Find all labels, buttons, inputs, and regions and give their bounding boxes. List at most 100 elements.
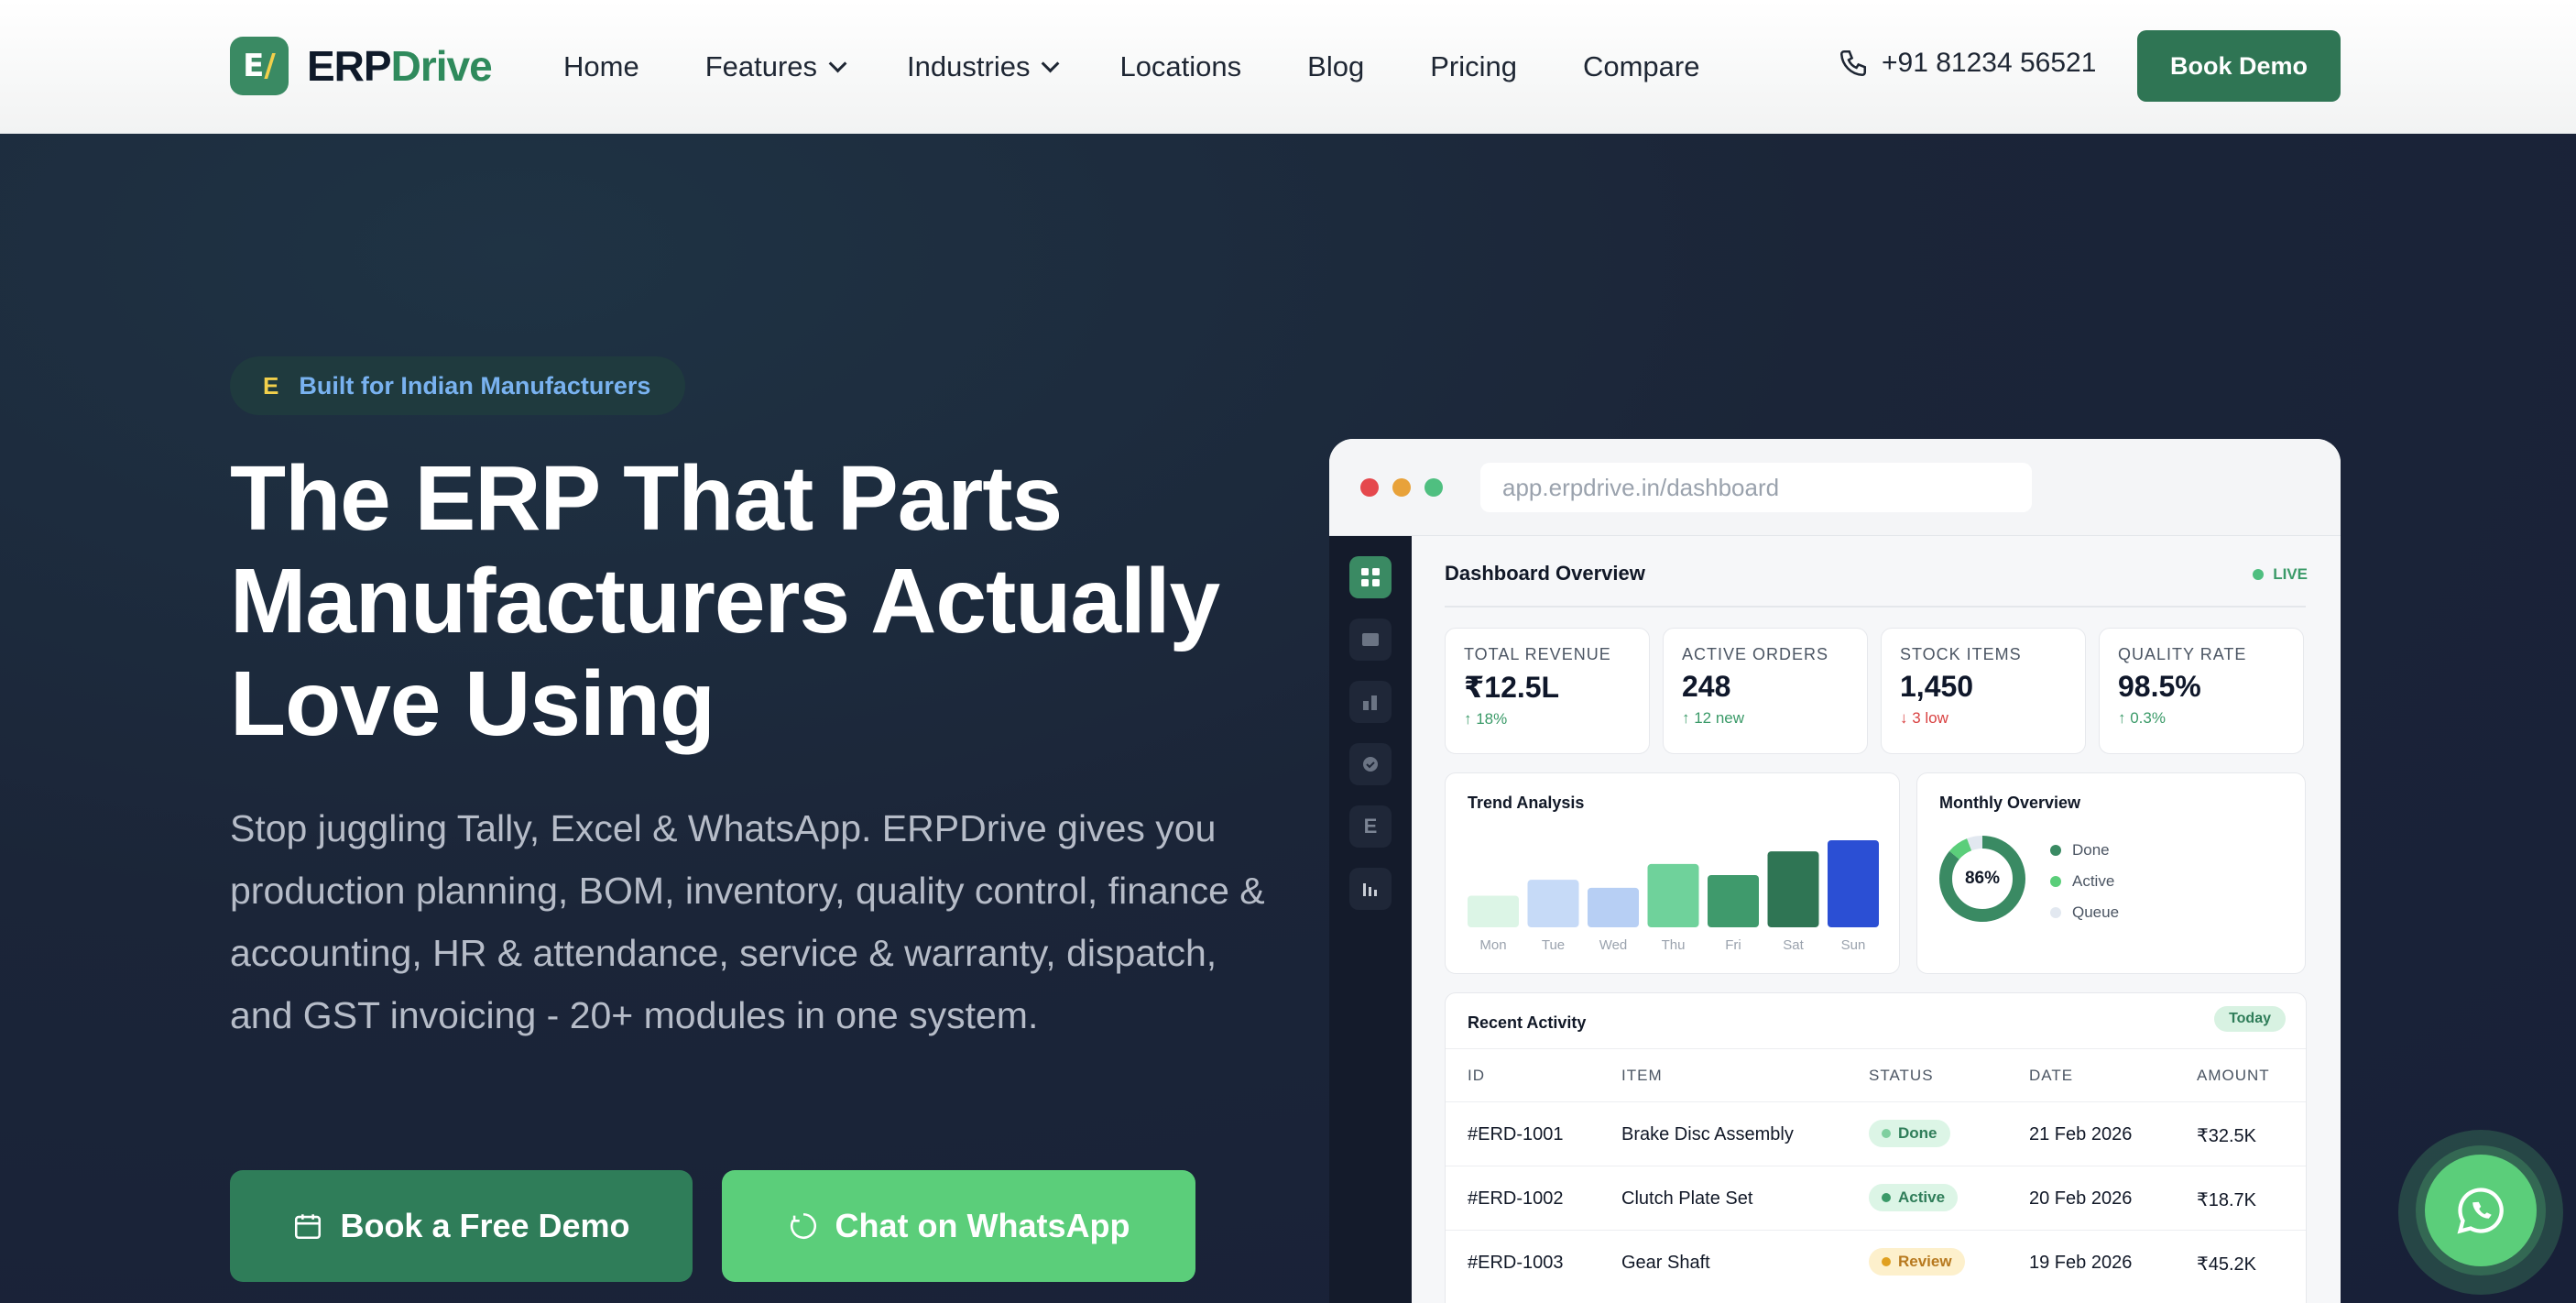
divider — [1446, 1048, 2306, 1049]
dashboard-title: Dashboard Overview — [1445, 562, 1645, 585]
trend-bar-mon[interactable] — [1468, 895, 1519, 927]
cell-amount: ₹18.7K — [2197, 1190, 2256, 1210]
phone-number: +91 81234 56521 — [1882, 48, 2097, 78]
address-bar[interactable]: app.erpdrive.in/dashboard — [1480, 463, 2032, 512]
dashboard-main: Dashboard Overview LIVE TOTAL REVENUE ₹1… — [1412, 536, 2341, 1303]
monthly-title: Monthly Overview — [1939, 794, 2081, 812]
recent-activity-panel: Recent Activity Today ID ITEM STATUS DAT… — [1445, 992, 2307, 1303]
nav-item-features[interactable]: Features — [705, 50, 847, 83]
monthly-panel: Monthly Overview 86% Done Active Queue — [1916, 772, 2306, 974]
legend-item-done: Done — [2050, 841, 2110, 860]
cell-item: Brake Disc Assembly — [1621, 1124, 1794, 1144]
phone-link[interactable]: +91 81234 56521 — [1838, 48, 2096, 79]
status-label: Review — [1898, 1253, 1952, 1270]
trend-bar-thu[interactable] — [1647, 863, 1699, 927]
sidebar-grid-icon[interactable] — [1349, 556, 1392, 598]
live-label: LIVE — [2273, 565, 2308, 583]
column-header-date[interactable]: DATE — [2029, 1067, 2073, 1085]
nav-item-industries[interactable]: Industries — [907, 50, 1060, 83]
cell-date: 19 Feb 2026 — [2029, 1253, 2133, 1273]
cell-id[interactable]: #ERD-1001 — [1468, 1124, 1564, 1145]
logo[interactable]: E / ERPDrive — [230, 37, 493, 95]
trend-bar-chart: Mon Tue Wed Thu Fri Sat Sun — [1468, 840, 1879, 953]
hero-title: The ERP That Parts Manufacturers Actuall… — [230, 447, 1329, 755]
cell-id[interactable]: #ERD-1003 — [1468, 1253, 1564, 1274]
sidebar-bars-icon[interactable] — [1349, 868, 1392, 910]
sidebar-chart-icon[interactable] — [1349, 681, 1392, 723]
kpi-card-orders: ACTIVE ORDERS 248 ↑ 12 new — [1663, 628, 1868, 754]
column-header-item[interactable]: ITEM — [1621, 1067, 1663, 1085]
legend-label: Done — [2072, 841, 2110, 859]
donut-label: 86% — [1964, 869, 2001, 888]
cell-amount: ₹32.5K — [2197, 1126, 2256, 1146]
legend-swatch — [2050, 876, 2061, 887]
kpi-value: 1,450 — [1900, 670, 1974, 703]
column-header-amount[interactable]: AMOUNT — [2197, 1067, 2270, 1085]
kpi-label: STOCK ITEMS — [1900, 645, 2022, 663]
hero-subtitle: Stop juggling Tally, Excel & WhatsApp. E… — [230, 807, 1265, 1036]
browser-bar: app.erpdrive.in/dashboard — [1329, 439, 2341, 536]
donut-chart: 86% — [1937, 834, 2027, 924]
hero-badge: E Built for Indian Manufacturers — [230, 356, 685, 415]
kpi-value: 248 — [1682, 670, 1731, 703]
cell-item: Gear Shaft — [1621, 1253, 1710, 1273]
legend-label: Queue — [2072, 903, 2120, 921]
today-filter-badge[interactable]: Today — [2214, 1006, 2286, 1032]
kpi-label: QUALITY RATE — [2118, 645, 2247, 663]
trend-tick-label: Mon — [1479, 937, 1506, 953]
whatsapp-float-button[interactable] — [2425, 1155, 2537, 1266]
trend-bar-sun[interactable] — [1828, 840, 1879, 927]
status-badge-review: Review — [1869, 1248, 1965, 1276]
nav-item-blog[interactable]: Blog — [1307, 50, 1364, 83]
app-sidebar: E — [1329, 536, 1412, 1303]
divider — [1445, 606, 2306, 608]
column-header-id[interactable]: ID — [1468, 1067, 1485, 1085]
kpi-label: TOTAL REVENUE — [1464, 645, 1611, 663]
kpi-delta: ↑ 0.3% — [2118, 709, 2166, 727]
divider — [1446, 1230, 2306, 1231]
cell-item: Clutch Plate Set — [1621, 1188, 1753, 1209]
hero-title-line: Manufacturers Actually — [230, 550, 1220, 652]
chat-whatsapp-button[interactable]: Chat on WhatsApp — [722, 1170, 1195, 1282]
legend-label: Active — [2072, 872, 2115, 890]
brand-e-icon: E — [263, 371, 279, 400]
kpi-value: ₹12.5L — [1464, 671, 1560, 704]
nav-item-pricing[interactable]: Pricing — [1430, 50, 1517, 83]
chat-whatsapp-label: Chat on WhatsApp — [835, 1207, 1130, 1244]
trend-tick-label: Sat — [1783, 937, 1804, 953]
calendar-icon — [295, 1214, 322, 1240]
trend-bar-fri[interactable] — [1708, 875, 1759, 927]
badge-text: Built for Indian Manufacturers — [299, 371, 651, 400]
sidebar-check-icon[interactable] — [1349, 743, 1392, 785]
trend-bar-sat[interactable] — [1767, 851, 1819, 927]
column-header-status[interactable]: STATUS — [1869, 1067, 1934, 1085]
book-free-demo-label: Book a Free Demo — [340, 1207, 630, 1244]
trend-tick-label: Wed — [1599, 937, 1628, 953]
book-free-demo-button[interactable]: Book a Free Demo — [230, 1170, 693, 1282]
kpi-delta: ↓ 3 low — [1900, 709, 1948, 727]
sidebar-box-icon[interactable] — [1349, 619, 1392, 661]
trend-bar-tue[interactable] — [1527, 880, 1579, 927]
main-menu: Home Features Industries Locations Blog … — [563, 0, 1765, 134]
cell-id[interactable]: #ERD-1002 — [1468, 1188, 1564, 1210]
trend-tick-label: Sun — [1841, 937, 1866, 953]
kpi-value: 98.5% — [2118, 670, 2201, 703]
logo-mark-icon: E / — [230, 37, 289, 95]
nav-item-home[interactable]: Home — [563, 50, 639, 83]
book-demo-button[interactable]: Book Demo — [2137, 30, 2341, 102]
legend-item-active: Active — [2050, 872, 2114, 891]
cell-date: 21 Feb 2026 — [2029, 1124, 2133, 1144]
sidebar-e-icon[interactable]: E — [1349, 805, 1392, 848]
nav-item-compare[interactable]: Compare — [1583, 50, 1700, 83]
kpi-delta: ↑ 12 new — [1682, 709, 1745, 727]
trend-bar-wed[interactable] — [1588, 887, 1639, 927]
top-navbar: E / ERPDrive Home Features Industries Loc… — [0, 0, 2576, 134]
status-badge-done: Done — [1869, 1120, 1950, 1147]
trend-tick-label: Fri — [1725, 937, 1741, 953]
recent-activity-title: Recent Activity — [1468, 1013, 1587, 1032]
status-label: Done — [1898, 1124, 1937, 1142]
window-maximize-dot — [1424, 478, 1443, 497]
nav-item-locations[interactable]: Locations — [1119, 50, 1241, 83]
live-indicator: LIVE — [2253, 565, 2308, 584]
kpi-card-revenue: TOTAL REVENUE ₹12.5L ↑ 18% — [1445, 628, 1650, 754]
